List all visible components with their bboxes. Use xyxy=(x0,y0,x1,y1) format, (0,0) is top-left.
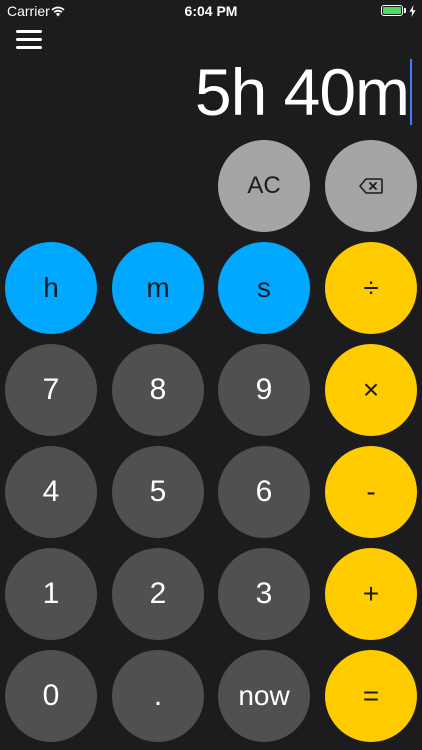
result-display: 5h 40m xyxy=(195,52,412,132)
battery-level xyxy=(383,7,401,14)
minutes-button[interactable]: m xyxy=(112,242,204,334)
battery-icon xyxy=(381,5,403,16)
digit-1-button[interactable]: 1 xyxy=(5,548,97,640)
display-value: 5h 40m xyxy=(194,55,410,129)
subtract-button[interactable]: - xyxy=(325,446,417,538)
digit-2-button[interactable]: 2 xyxy=(112,548,204,640)
multiply-button[interactable]: × xyxy=(325,344,417,436)
clear-button[interactable]: AC xyxy=(218,140,310,232)
divide-button[interactable]: ÷ xyxy=(325,242,417,334)
text-cursor xyxy=(410,59,412,125)
add-button[interactable]: + xyxy=(325,548,417,640)
status-bar: Carrier 6:04 PM xyxy=(0,0,422,24)
now-button[interactable]: now xyxy=(218,650,310,742)
digit-8-button[interactable]: 8 xyxy=(112,344,204,436)
charging-bolt-icon xyxy=(409,4,416,22)
menu-button[interactable] xyxy=(16,30,42,50)
digit-0-button[interactable]: 0 xyxy=(5,650,97,742)
digit-4-button[interactable]: 4 xyxy=(5,446,97,538)
delete-button[interactable] xyxy=(325,140,417,232)
decimal-button[interactable]: . xyxy=(112,650,204,742)
hamburger-menu-icon xyxy=(16,30,42,49)
digit-9-button[interactable]: 9 xyxy=(218,344,310,436)
hours-button[interactable]: h xyxy=(5,242,97,334)
digit-5-button[interactable]: 5 xyxy=(112,446,204,538)
status-time: 6:04 PM xyxy=(184,3,238,19)
equals-button[interactable]: = xyxy=(325,650,417,742)
battery-tip xyxy=(404,8,406,13)
digit-3-button[interactable]: 3 xyxy=(218,548,310,640)
seconds-button[interactable]: s xyxy=(218,242,310,334)
calculator-screen: Carrier 6:04 PM 5h 40m AC h m s ÷ 7 8 9 … xyxy=(0,0,422,750)
backspace-icon xyxy=(359,178,383,194)
digit-6-button[interactable]: 6 xyxy=(218,446,310,538)
digit-7-button[interactable]: 7 xyxy=(5,344,97,436)
